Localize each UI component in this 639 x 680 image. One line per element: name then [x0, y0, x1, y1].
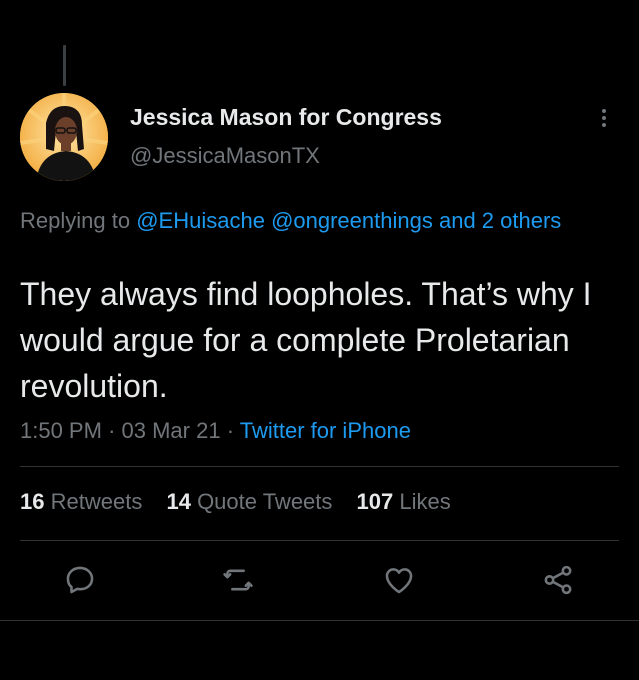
divider [20, 466, 619, 467]
divider [0, 620, 639, 621]
quote-tweets-count: 14 [166, 489, 191, 514]
likes-stat[interactable]: 107 Likes [357, 489, 451, 514]
avatar[interactable] [20, 93, 108, 181]
quote-tweets-stat[interactable]: 14 Quote Tweets [166, 489, 332, 514]
replying-to-label: Replying to [20, 208, 131, 233]
retweets-stat[interactable]: 16 Retweets [20, 489, 142, 514]
meta-separator: · [108, 418, 116, 443]
action-bar [0, 563, 639, 599]
share-icon[interactable] [541, 563, 575, 597]
engagement-stats: 16 Retweets 14 Quote Tweets 107 Likes [20, 489, 469, 515]
tweet-date[interactable]: 03 Mar 21 [122, 418, 221, 443]
like-icon[interactable] [382, 563, 416, 597]
profile-photo-icon [20, 93, 108, 181]
replying-to: Replying to @EHuisache @ongreenthings an… [20, 204, 580, 237]
mention-ehuisache[interactable]: @EHuisache [136, 208, 265, 233]
thread-connector-line [63, 45, 66, 86]
more-options-icon[interactable] [592, 106, 616, 132]
likes-label: Likes [399, 489, 451, 514]
retweets-label: Retweets [50, 489, 143, 514]
tweet-source[interactable]: Twitter for iPhone [240, 418, 411, 443]
tweet-text: They always find loopholes. That’s why I… [20, 276, 592, 404]
retweets-count: 16 [20, 489, 45, 514]
reply-icon[interactable] [63, 563, 97, 597]
tweet-meta: 1:50 PM · 03 Mar 21 · Twitter for iPhone [20, 418, 411, 444]
mention-others[interactable]: and 2 others [439, 208, 561, 233]
likes-count: 107 [356, 489, 394, 514]
author-handle[interactable]: @JessicaMasonTX [130, 143, 320, 169]
mention-ongreenthings[interactable]: @ongreenthings [271, 208, 433, 233]
tweet-time[interactable]: 1:50 PM [20, 418, 102, 443]
divider [20, 540, 619, 541]
author-name[interactable]: Jessica Mason for Congress [130, 104, 442, 131]
quote-tweets-label: Quote Tweets [197, 489, 333, 514]
meta-separator: · [226, 418, 235, 443]
retweet-icon[interactable] [221, 563, 255, 597]
